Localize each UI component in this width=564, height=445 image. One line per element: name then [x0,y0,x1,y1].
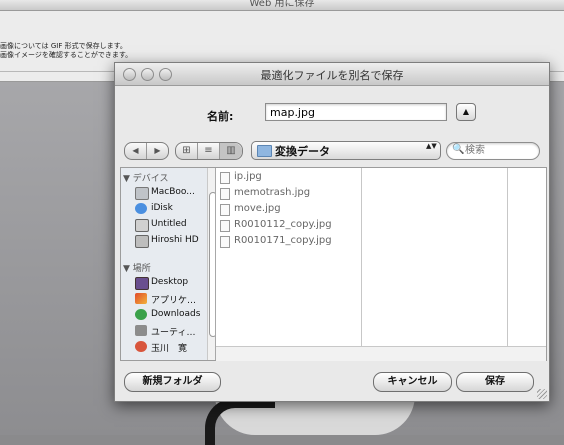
sidebar-item-label: アプリケ… [151,296,197,306]
forward-button[interactable]: ▶ [147,143,168,159]
sidebar-item-label: iDisk [151,203,173,213]
location-label: 変換データ [275,145,330,158]
sidebar-item-applications[interactable]: アプリケ… [135,291,205,307]
sidebar-item-downloads[interactable]: Downloads [135,307,205,323]
background-window-title: Web 用に保存 [249,0,315,9]
sidebar-item-label: Downloads [151,309,201,319]
search-icon: 🔍 [452,144,465,155]
file-name: R0010171_copy.jpg [234,235,332,246]
dialog-title: 最適化ファイルを別名で保存 [260,69,404,82]
view-mode-buttons: ⊞ ≡ ▥ [175,142,243,160]
save-dialog: 最適化ファイルを別名で保存 名前: ▲ ◀ ▶ ⊞ ≡ ▥ 変換データ ▲▼ 🔍… [114,62,550,402]
disk-icon [135,235,149,248]
filename-input[interactable] [265,103,447,121]
home-icon [135,341,147,352]
applications-icon [135,293,147,304]
laptop-icon [135,187,149,200]
icon-view-button[interactable]: ⊞ [176,143,198,159]
sidebar-item-hiroshi-hd[interactable]: Hiroshi HD [135,233,205,249]
sidebar-item-label: ユーティ… [151,328,196,338]
search-input[interactable] [465,143,533,158]
idisk-icon [135,203,147,214]
file-name: ip.jpg [234,171,262,182]
sidebar-item-idisk[interactable]: iDisk [135,201,205,217]
navigation-buttons: ◀ ▶ [124,142,169,160]
file-name: R0010112_copy.jpg [234,219,332,230]
column-view-button[interactable]: ▥ [220,143,242,159]
file-item[interactable]: R0010171_copy.jpg [220,234,358,250]
search-field[interactable]: 🔍 [446,142,540,160]
file-browser: ▼ デバイス MacBoo... iDisk Untitled Hiroshi … [120,167,547,361]
image-file-icon [220,220,230,232]
back-button[interactable]: ◀ [125,143,147,159]
sidebar-header-devices[interactable]: ▼ デバイス [123,171,169,184]
sidebar-item-untitled[interactable]: Untitled [135,217,205,233]
list-view-button[interactable]: ≡ [198,143,220,159]
sidebar-item-macbook[interactable]: MacBoo... [135,185,205,201]
sidebar-item-label: 玉川 寛 [151,344,188,354]
sidebar-item-label: Desktop [151,277,189,287]
file-item[interactable]: R0010112_copy.jpg [220,218,358,234]
sidebar-scroll-thumb[interactable] [209,192,215,337]
file-item[interactable]: move.jpg [220,202,358,218]
sidebar-item-utilities[interactable]: ユーティ… [135,323,205,339]
popup-arrows-icon: ▲▼ [426,142,437,150]
horizontal-scrollbar[interactable] [216,346,546,361]
file-item[interactable]: ip.jpg [220,170,358,186]
sidebar-item-label: MacBoo... [151,187,195,197]
expand-dialog-button[interactable]: ▲ [456,103,476,121]
image-file-icon [220,188,230,200]
sidebar-scrollbar[interactable] [207,168,215,360]
sidebar-item-label: Hiroshi HD [151,235,199,245]
desktop-icon [135,277,149,290]
background-window-titlebar: Web 用に保存 [0,0,564,11]
downloads-icon [135,309,147,320]
empty-column [362,168,508,346]
file-column: ip.jpg memotrash.jpg move.jpg R0010112_c… [216,168,362,346]
location-popup[interactable]: 変換データ ▲▼ [251,141,441,160]
cancel-button[interactable]: キャンセル [373,372,452,392]
file-name: move.jpg [234,203,281,214]
background-info-text-2: 画像イメージを確認することができます。 [0,51,133,59]
file-name: memotrash.jpg [234,187,311,198]
sidebar-header-places[interactable]: ▼ 場所 [123,261,151,274]
sidebar-item-label: Untitled [151,219,187,229]
resize-grip[interactable] [537,389,547,399]
image-file-icon [220,172,230,184]
new-folder-button[interactable]: 新規フォルダ [124,372,221,392]
sidebar: ▼ デバイス MacBoo... iDisk Untitled Hiroshi … [121,168,216,360]
image-file-icon [220,204,230,216]
dialog-titlebar[interactable]: 最適化ファイルを別名で保存 [115,63,549,86]
image-file-icon [220,236,230,248]
background-photo-dark-shape [205,398,275,445]
save-button[interactable]: 保存 [456,372,534,392]
sidebar-item-home[interactable]: 玉川 寛 [135,339,205,355]
utilities-icon [135,325,147,336]
sidebar-item-desktop[interactable]: Desktop [135,275,205,291]
filename-label: 名前: [207,110,234,123]
folder-icon [257,145,272,157]
disk-icon [135,219,149,232]
file-item[interactable]: memotrash.jpg [220,186,358,202]
